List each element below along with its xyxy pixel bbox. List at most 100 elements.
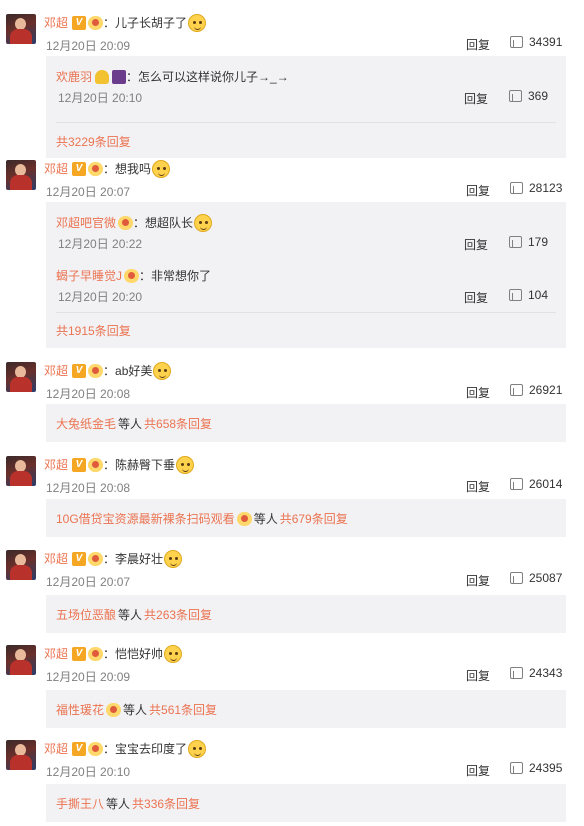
like-button[interactable]: 104 [509, 288, 548, 302]
like-button[interactable]: 369 [509, 89, 548, 103]
reply-button[interactable]: 回复 [466, 182, 490, 199]
like-button[interactable]: 26014 [510, 477, 562, 491]
comment-time: 12月20日 20:09 [46, 670, 131, 684]
member-badge-icon [95, 70, 110, 84]
like-count: 26014 [529, 477, 563, 491]
username-link[interactable]: 邓超 [44, 645, 68, 663]
view-all-replies-link[interactable]: 共1915条回复 [56, 323, 131, 339]
reply-username-link[interactable]: 蝎子早睡觉J [56, 267, 122, 285]
reply-username-link[interactable]: 邓超吧官微 [56, 214, 116, 232]
view-all-replies-link[interactable]: 10G借贷宝资源最新裸条扫码观看 等人 共679条回复 [56, 511, 348, 527]
reply-button[interactable]: 回复 [464, 289, 488, 306]
like-count: 179 [528, 235, 549, 249]
verified-icon: V [72, 458, 87, 472]
avatar[interactable] [6, 456, 36, 486]
summary-total: 共561条回复 [149, 703, 218, 717]
like-button[interactable]: 34391 [510, 35, 562, 49]
reply-button[interactable]: 回复 [464, 236, 488, 253]
username-link[interactable]: 邓超 [44, 362, 68, 380]
avatar[interactable] [6, 362, 36, 392]
summary-connector: 等人 [118, 608, 143, 622]
grin-emoji-icon [194, 214, 213, 232]
view-all-replies-link[interactable]: 共3229条回复 [56, 134, 131, 150]
doge-emoji-icon [152, 160, 171, 178]
reply-text: ：非常想你了 [139, 269, 212, 283]
divider [56, 122, 556, 123]
view-all-replies-link[interactable]: 福性瑗花 等人 共561条回复 [56, 702, 217, 718]
reply-button[interactable]: 回复 [466, 36, 490, 53]
comment-text: ：想我吗 [103, 162, 152, 176]
like-button[interactable]: 25087 [510, 571, 562, 585]
level-badge-icon [88, 647, 104, 661]
like-count: 25087 [529, 571, 563, 585]
avatar[interactable] [6, 14, 36, 44]
reply-button[interactable]: 回复 [466, 762, 490, 779]
avatar[interactable] [6, 160, 36, 190]
summary-username: 手撕王八 [56, 797, 105, 811]
thumb-up-icon [510, 384, 523, 396]
comment-text: ：ab好美 [103, 364, 153, 378]
like-button[interactable]: 24395 [510, 761, 562, 775]
like-button[interactable]: 179 [509, 235, 548, 249]
view-all-replies-link[interactable]: 五场位恶酿 等人 共263条回复 [56, 607, 212, 623]
username-link[interactable]: 邓超 [44, 740, 68, 758]
comment-time: 12月20日 20:10 [46, 765, 131, 779]
thumb-up-icon [510, 762, 523, 774]
comment-text: ：李晨好壮 [103, 552, 164, 566]
comment-time: 12月20日 20:09 [46, 39, 131, 53]
reply-username-link[interactable]: 欢鹿羽 [56, 68, 92, 86]
like-button[interactable]: 26921 [510, 383, 562, 397]
verified-icon: V [72, 552, 87, 566]
thumb-up-icon [509, 236, 522, 248]
doge-emoji-icon [164, 645, 183, 663]
comment-text: ：宝宝去印度了 [103, 742, 188, 756]
reply-text: ：怎么可以这样说你儿子→_→ [126, 70, 289, 84]
reply-button[interactable]: 回复 [466, 572, 490, 589]
avatar[interactable] [6, 740, 36, 770]
level-badge-icon [236, 512, 252, 526]
comment-time: 12月20日 20:07 [46, 575, 131, 589]
reply-button[interactable]: 回复 [466, 667, 490, 684]
level-badge-icon [88, 458, 104, 472]
thumb-up-icon [510, 182, 523, 194]
reply-time: 12月20日 20:22 [58, 237, 143, 251]
reply-box: 欢鹿羽 ：怎么可以这样说你儿子→_→ 12月20日 20:10 回复 369 共… [46, 56, 566, 158]
doge-emoji-icon [188, 14, 207, 32]
view-all-replies-link[interactable]: 大兔纸金毛 等人 共658条回复 [56, 416, 212, 432]
username-link[interactable]: 邓超 [44, 456, 68, 474]
verified-icon: V [72, 647, 87, 661]
avatar[interactable] [6, 645, 36, 675]
username-link[interactable]: 邓超 [44, 14, 68, 32]
summary-total: 共336条回复 [132, 797, 201, 811]
view-all-replies-link[interactable]: 手撕王八 等人 共336条回复 [56, 796, 200, 812]
comment-time: 12月20日 20:08 [46, 387, 131, 401]
verified-icon: V [72, 364, 87, 378]
comment-line: 邓超 V ：恺恺好帅 [44, 645, 183, 663]
comment-time: 12月20日 20:07 [46, 185, 131, 199]
username-link[interactable]: 邓超 [44, 550, 68, 568]
like-button[interactable]: 24343 [510, 666, 562, 680]
username-link[interactable]: 邓超 [44, 160, 68, 178]
comment-text: ：陈赫臀下垂 [103, 458, 176, 472]
avatar[interactable] [6, 550, 36, 580]
reply-button[interactable]: 回复 [466, 478, 490, 495]
summary-connector: 等人 [253, 512, 278, 526]
thumb-up-icon [510, 667, 523, 679]
thumb-up-icon [509, 90, 522, 102]
summary-username: 五场位恶酿 [56, 608, 117, 622]
comment-text: ：儿子长胡子了 [103, 16, 188, 30]
like-count: 26921 [529, 383, 563, 397]
like-button[interactable]: 28123 [510, 181, 562, 195]
divider [56, 312, 556, 313]
reply-button[interactable]: 回复 [464, 90, 488, 107]
verified-icon: V [72, 162, 87, 176]
reply-summary-box: 手撕王八 等人 共336条回复 [46, 784, 566, 822]
summary-username: 大兔纸金毛 [56, 417, 117, 431]
like-count: 369 [528, 89, 549, 103]
reply-summary-box: 五场位恶酿 等人 共263条回复 [46, 595, 566, 633]
summary-connector: 等人 [118, 417, 143, 431]
doge-emoji-icon [164, 550, 183, 568]
level-badge-icon [118, 216, 134, 230]
level-badge-icon [88, 162, 104, 176]
reply-button[interactable]: 回复 [466, 384, 490, 401]
